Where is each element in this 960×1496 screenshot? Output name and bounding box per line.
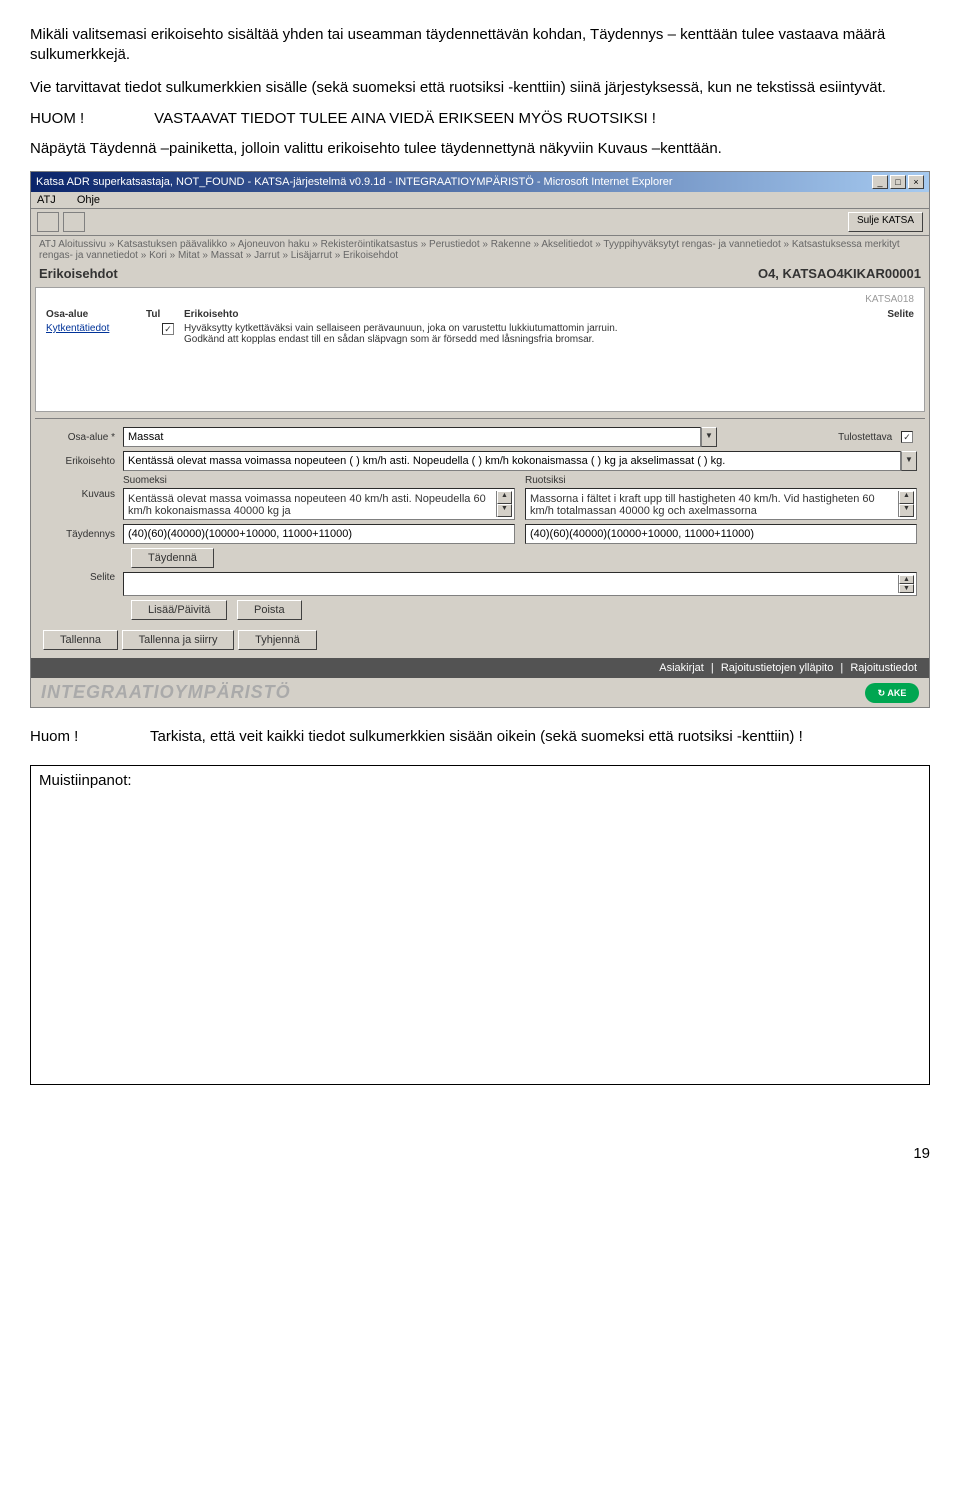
- huom-label: HUOM !: [30, 110, 150, 127]
- lisaa-paivita-button[interactable]: Lisää/Päivitä: [131, 600, 227, 620]
- suomeksi-label: Suomeksi: [123, 475, 515, 486]
- row-osa-link[interactable]: Kytkentätiedot: [46, 323, 109, 334]
- huom-line: HUOM ! VASTAAVAT TIEDOT TULEE AINA VIEDÄ…: [30, 110, 930, 127]
- tallenna-siirry-button[interactable]: Tallenna ja siirry: [122, 630, 235, 650]
- section-title: Erikoisehdot: [39, 266, 118, 281]
- section-ref: O4, KATSAO4KIKAR00001: [758, 266, 921, 281]
- taydenna-button[interactable]: Täydennä: [131, 548, 214, 568]
- dropdown-icon[interactable]: ▼: [701, 427, 717, 447]
- osa-alue-dropdown[interactable]: [123, 427, 701, 447]
- table-row: Kytkentätiedot ✓ Hyväksytty kytkettäväks…: [46, 323, 914, 345]
- rajoitustiedot-link[interactable]: Rajoitustiedot: [850, 662, 917, 674]
- stop-button[interactable]: [63, 212, 85, 232]
- scroll-up-icon[interactable]: ▲: [899, 491, 914, 504]
- menubar: ATJ Ohje: [31, 192, 929, 209]
- erikoisehto-label: Erikoisehto: [43, 456, 123, 467]
- huom2-text: Tarkista, että veit kaikki tiedot sulkum…: [150, 728, 803, 745]
- page-number: 19: [30, 1145, 930, 1162]
- erikoisehto-dropdown[interactable]: [123, 451, 901, 471]
- page-id: KATSA018: [46, 294, 914, 305]
- tallenna-button[interactable]: Tallenna: [43, 630, 118, 650]
- back-button[interactable]: [37, 212, 59, 232]
- poista-button[interactable]: Poista: [237, 600, 302, 620]
- maximize-button[interactable]: □: [890, 175, 906, 189]
- selite-textarea[interactable]: [126, 575, 898, 593]
- selite-label: Selite: [43, 572, 123, 583]
- intro-para-1: Mikäli valitsemasi erikoisehto sisältää …: [30, 25, 930, 66]
- row-ehto-fi: Hyväksytty kytkettäväksi vain sellaiseen…: [184, 323, 854, 334]
- breadcrumb: ATJ Aloitussivu » Katsastuksen päävalikk…: [31, 236, 929, 264]
- taydennys-fi-input[interactable]: [123, 524, 515, 544]
- tyhjenna-button[interactable]: Tyhjennä: [238, 630, 317, 650]
- menu-ohje[interactable]: Ohje: [77, 194, 100, 206]
- scroll-down-icon[interactable]: ▼: [497, 504, 512, 517]
- col-osa-alue: Osa-alue: [46, 309, 146, 320]
- huom-text: VASTAAVAT TIEDOT TULEE AINA VIEDÄ ERIKSE…: [154, 110, 656, 127]
- ruotsiksi-label: Ruotsiksi: [525, 475, 917, 486]
- content-area: KATSA018 Osa-alue Tul Erikoisehto Selite…: [35, 287, 925, 412]
- env-label: INTEGRAATIOYMPÄRISTÖ: [41, 682, 291, 703]
- kuvaus-sv-textarea[interactable]: Massorna i fältet i kraft upp till hasti…: [528, 491, 898, 517]
- kuvaus-fi-textarea[interactable]: Kentässä olevat massa voimassa nopeuteen…: [126, 491, 496, 517]
- muistiinpanot-label: Muistiinpanot:: [39, 772, 132, 789]
- taydennys-label: Täydennys: [43, 529, 123, 540]
- menu-atj[interactable]: ATJ: [37, 194, 56, 206]
- window-title: Katsa ADR superkatsastaja, NOT_FOUND - K…: [36, 176, 673, 188]
- kuvaus-label: Kuvaus: [43, 475, 123, 500]
- close-button[interactable]: ×: [908, 175, 924, 189]
- muistiinpanot-box: Muistiinpanot:: [30, 765, 930, 1085]
- col-selite: Selite: [854, 309, 914, 320]
- intro-para-2: Vie tarvittavat tiedot sulkumerkkien sis…: [30, 78, 930, 98]
- scroll-up-icon[interactable]: ▲: [899, 575, 914, 584]
- col-erikoisehto: Erikoisehto: [184, 309, 854, 320]
- form-area: Osa-alue * ▼ Tulostettava ✓ Erikoisehto …: [35, 418, 925, 658]
- huom2-label: Huom !: [30, 728, 150, 745]
- tulostettava-checkbox[interactable]: ✓: [901, 431, 913, 443]
- bottom-bar: Asiakirjat | Rajoitustietojen ylläpito |…: [31, 658, 929, 678]
- tulostettava-label: Tulostettava: [838, 432, 892, 443]
- osa-alue-label: Osa-alue *: [43, 432, 123, 443]
- scroll-up-icon[interactable]: ▲: [497, 491, 512, 504]
- asiakirjat-link[interactable]: Asiakirjat: [659, 662, 704, 674]
- rajoitustietojen-yllapito-link[interactable]: Rajoitustietojen ylläpito: [721, 662, 834, 674]
- dropdown-icon[interactable]: ▼: [901, 451, 917, 471]
- close-katsa-button[interactable]: Sulje KATSA: [848, 212, 923, 232]
- taydennys-sv-input[interactable]: [525, 524, 917, 544]
- ake-logo: ↻ AKE: [865, 683, 919, 703]
- titlebar: Katsa ADR superkatsastaja, NOT_FOUND - K…: [31, 172, 929, 192]
- toolbar: Sulje KATSA: [31, 209, 929, 236]
- row-tul-checkbox[interactable]: ✓: [162, 323, 174, 335]
- col-tul: Tul: [146, 309, 184, 320]
- scroll-down-icon[interactable]: ▼: [899, 504, 914, 517]
- intro-para-3: Näpäytä Täydennä –painiketta, jolloin va…: [30, 139, 930, 159]
- scroll-down-icon[interactable]: ▼: [899, 584, 914, 593]
- minimize-button[interactable]: _: [872, 175, 888, 189]
- app-window: Katsa ADR superkatsastaja, NOT_FOUND - K…: [30, 171, 930, 708]
- row-ehto-sv: Godkänd att kopplas endast till en sådan…: [184, 334, 854, 345]
